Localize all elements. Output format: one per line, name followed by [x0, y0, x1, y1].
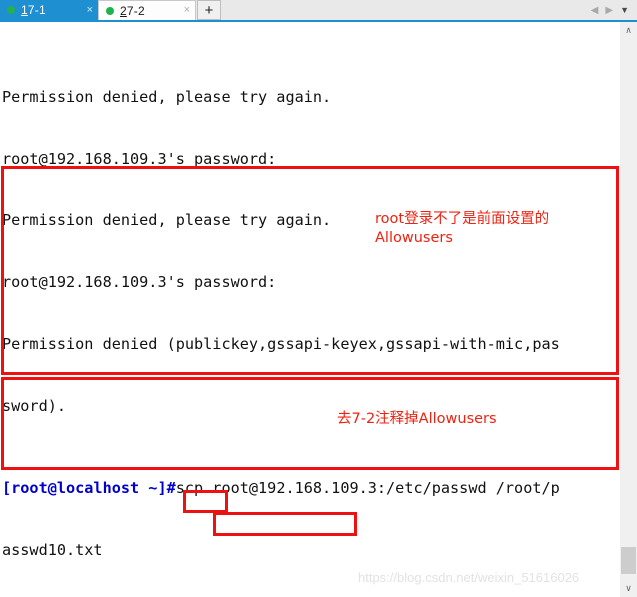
terminal-line: root@192.168.109.3's password: [2, 272, 619, 293]
tab-navigation: ◀ ▶ ▼ [591, 0, 637, 20]
new-tab-button[interactable]: + [197, 0, 221, 20]
tab-list-menu-icon[interactable]: ▼ [620, 5, 629, 15]
terminal-command-line: [root@localhost ~]#scp root@192.168.109.… [2, 478, 619, 499]
tab-status-dot-icon [7, 6, 15, 14]
close-icon[interactable]: × [87, 4, 93, 16]
watermark: https://blog.csdn.net/weixin_51616026 [358, 570, 580, 585]
line-text: Permission denied (publickey,gssapi-keye… [2, 334, 560, 353]
tab-bar-spacer [221, 0, 591, 20]
tab-title-2: 7-2 [126, 3, 145, 18]
vertical-scrollbar[interactable]: ∧ ∨ [619, 22, 637, 597]
tab-index-1: 1 [21, 3, 28, 17]
line-text: Permission denied, please try again. [2, 211, 332, 230]
tab-label-7-1: 17-1 [21, 3, 81, 17]
tab-bar: 17-1 × 27-2 × + ◀ ▶ ▼ [0, 0, 637, 22]
line-text: Permission denied, please try again. [2, 87, 332, 106]
shell-prompt: [root@localhost ~]# [2, 479, 176, 498]
terminal-line: root@192.168.109.3's password: [2, 149, 619, 170]
scroll-up-arrow-icon[interactable]: ∧ [620, 22, 637, 39]
scroll-down-arrow-icon[interactable]: ∨ [620, 580, 637, 597]
terminal-window: 17-1 × 27-2 × + ◀ ▶ ▼ Permission denied,… [0, 0, 637, 597]
terminal-line: Permission denied, please try again. [2, 87, 619, 108]
tab-7-2[interactable]: 27-2 × [98, 0, 196, 20]
command-text: scp root@192.168.109.3:/etc/passwd /root… [175, 479, 560, 498]
annotation-note-allowusers: root登录不了是前面设置的 Allowusers [375, 211, 550, 246]
terminal-line: Permission denied (publickey,gssapi-keye… [2, 334, 619, 355]
line-text: root@192.168.109.3's password: [2, 273, 277, 292]
tab-7-1[interactable]: 17-1 × [0, 0, 98, 20]
line-text: root@192.168.109.3's password: [2, 149, 277, 168]
annotation-note-uncomment: 去7-2注释掉Allowusers [337, 411, 497, 427]
scrollbar-thumb[interactable] [621, 547, 636, 574]
tab-status-dot-icon [106, 6, 114, 15]
tab-title-1: 7-1 [27, 3, 46, 17]
tab-index-2: 2 [120, 3, 127, 18]
terminal-output[interactable]: Permission denied, please try again. roo… [0, 22, 619, 597]
terminal-line: asswd10.txt [2, 540, 619, 561]
line-text: sword). [2, 396, 67, 415]
close-icon[interactable]: × [184, 5, 190, 16]
tab-label-7-2: 27-2 [120, 4, 178, 18]
line-text: asswd10.txt [2, 540, 103, 559]
next-tab-icon[interactable]: ▶ [605, 5, 613, 16]
prev-tab-icon[interactable]: ◀ [591, 5, 599, 16]
